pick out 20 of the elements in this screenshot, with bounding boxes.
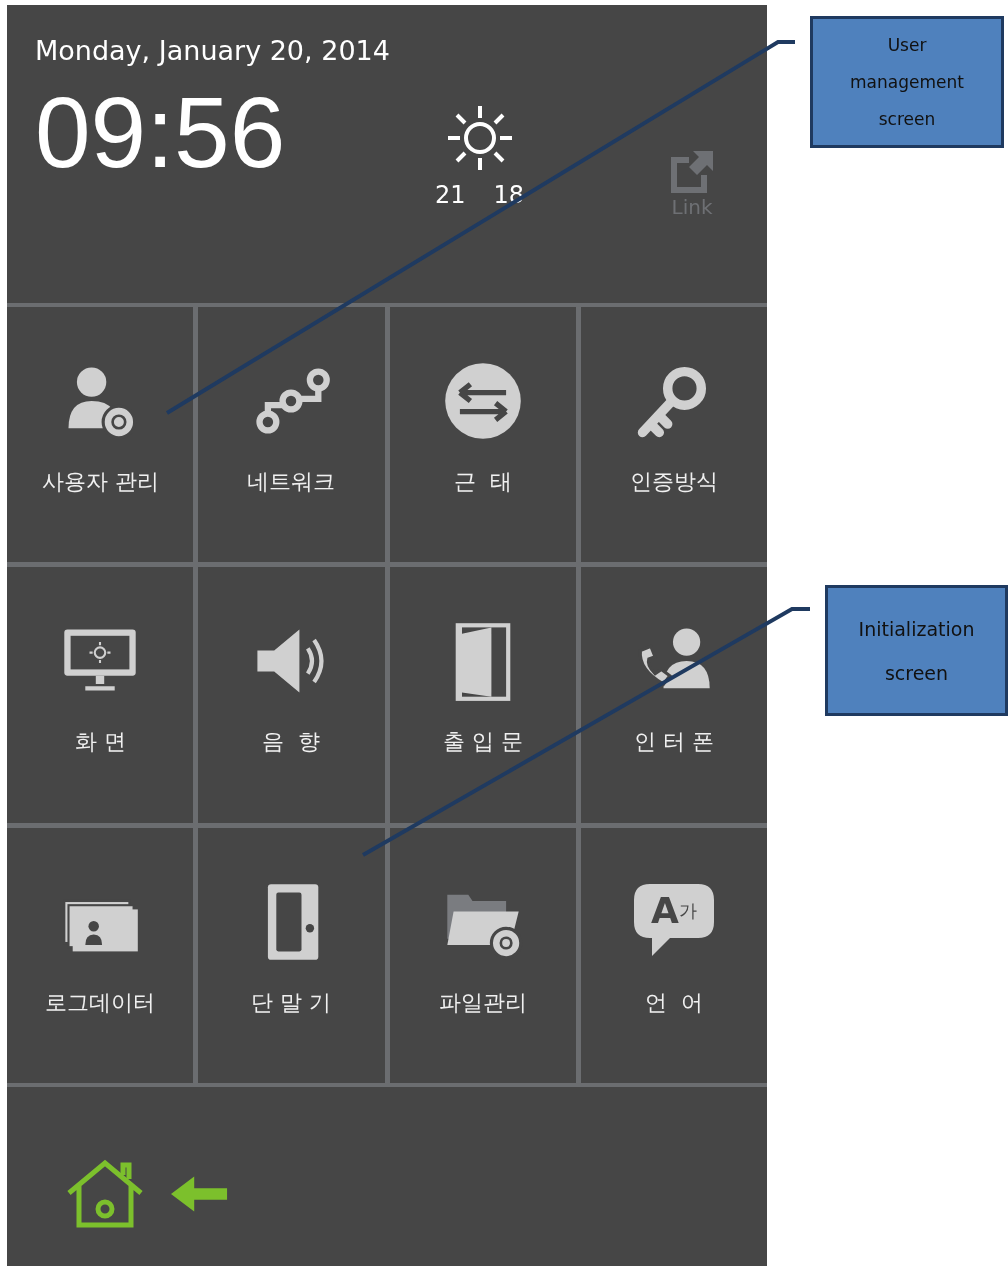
home-icon[interactable] xyxy=(65,1159,145,1229)
menu-tile[interactable]: 사용자 관리 xyxy=(7,307,194,563)
icon-letter: 가 xyxy=(678,901,697,920)
icon-letter: A xyxy=(650,892,679,929)
callout-box: Initialization screen xyxy=(825,585,1008,716)
callout-box: User management screen xyxy=(810,16,1004,148)
menu-tile[interactable]: 화 면 xyxy=(7,567,194,823)
back-arrow-icon[interactable] xyxy=(171,1174,229,1214)
menu-tile[interactable]: 음 향 xyxy=(198,567,385,823)
menu-tile[interactable]: 출 입 문 xyxy=(389,567,576,823)
menu-tile[interactable]: 인 터 폰 xyxy=(580,567,767,823)
clock-time: 09:56 xyxy=(35,82,287,182)
menu-tile[interactable]: 로그데이터 xyxy=(7,827,194,1083)
menu-tile[interactable]: 파일관리 xyxy=(389,827,576,1083)
menu-tile[interactable]: 단 말 기 xyxy=(198,827,385,1083)
high-temperature: 21 xyxy=(435,183,466,207)
date-text: Monday, January 20, 2014 xyxy=(35,37,390,64)
menu-tile[interactable]: 근 태 xyxy=(389,307,576,563)
menu-tile[interactable]: 네트워크 xyxy=(198,307,385,563)
menu-tile[interactable]: 인증방식 xyxy=(580,307,767,563)
